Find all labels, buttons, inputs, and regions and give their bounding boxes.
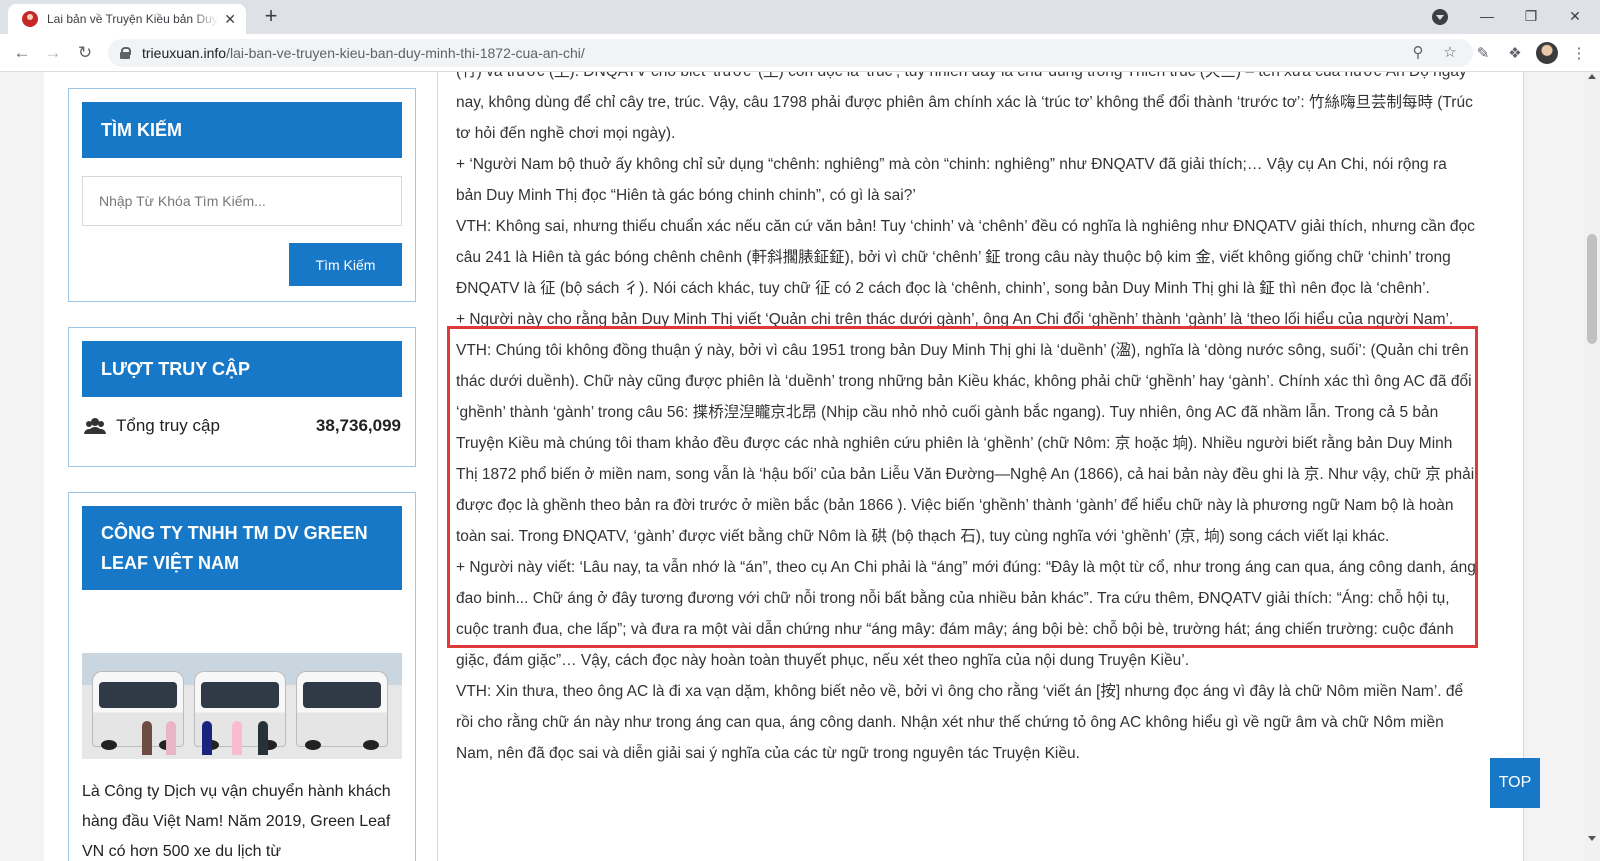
page-container: TÌM KIẾM Tìm Kiếm LƯỢT TRUY CẬP Tổng tru…	[44, 72, 1524, 861]
forward-arrow-icon[interactable]: →	[40, 40, 66, 66]
bookmark-star-icon[interactable]: ☆	[1440, 43, 1460, 63]
browser-tab-bar: Lai bản về Truyện Kiều bản Duy Minh Thị …	[0, 0, 1600, 34]
article-body: (竹) và trước (笁). ĐNQATV cho biết ‘trước…	[456, 72, 1476, 769]
visits-widget: LƯỢT TRUY CẬP Tổng truy cập 38,736,099	[68, 327, 416, 467]
zoom-icon[interactable]: ⚲	[1408, 43, 1428, 63]
window-maximize-button[interactable]: ❐	[1508, 0, 1554, 34]
extensions-puzzle-icon[interactable]: ❖	[1504, 43, 1526, 65]
back-to-top-button[interactable]: TOP	[1490, 758, 1540, 808]
extension-pen-icon[interactable]: ✎	[1472, 43, 1494, 65]
article-paragraph: + Người này cho rằng bản Duy Minh Thị vi…	[456, 311, 1454, 328]
search-input[interactable]	[82, 176, 402, 226]
article-paragraph: (竹) và trước (笁). ĐNQATV cho biết ‘trước…	[456, 72, 1473, 142]
url-text[interactable]: trieuxuan.info/lai-ban-ve-truyen-kieu-ba…	[142, 45, 585, 61]
visits-label: Tổng truy cập	[116, 416, 220, 435]
users-icon	[85, 418, 105, 434]
person-shape	[232, 721, 242, 755]
visits-widget-title: LƯỢT TRUY CẬP	[82, 341, 402, 397]
person-shape	[258, 721, 268, 755]
window-close-button[interactable]: ✕	[1552, 0, 1598, 34]
back-arrow-icon[interactable]: ←	[9, 40, 35, 66]
company-widget-title: CÔNG TY TNHH TM DV GREEN LEAF VIỆT NAM	[82, 506, 402, 590]
avatar[interactable]	[1536, 42, 1558, 64]
browser-profile-menu-icon[interactable]	[1432, 9, 1448, 25]
article-paragraph: + ‘Người Nam bộ thuở ấy không chỉ sử dụn…	[456, 156, 1447, 204]
scroll-down-arrow-icon[interactable]	[1588, 836, 1596, 841]
article-paragraph: VTH: Không sai, nhưng thiếu chuẩn xác nế…	[456, 218, 1475, 297]
visits-count: 38,736,099	[315, 416, 401, 435]
page-scrollbar[interactable]	[1584, 72, 1600, 861]
company-widget: CÔNG TY TNHH TM DV GREEN LEAF VIỆT NAM L…	[68, 492, 416, 861]
page-viewport: TÌM KIẾM Tìm Kiếm LƯỢT TRUY CẬP Tổng tru…	[0, 72, 1584, 861]
scroll-up-arrow-icon[interactable]	[1588, 74, 1596, 79]
scrollbar-thumb[interactable]	[1587, 234, 1597, 344]
article-paragraph: VTH: Xin thưa, theo ông AC là đi xa vạn …	[456, 683, 1464, 762]
article-paragraph: VTH: Chúng tôi không đồng thuận ý này, b…	[456, 342, 1475, 545]
visits-row: Tổng truy cập 38,736,099	[85, 416, 401, 436]
search-widget: TÌM KIẾM Tìm Kiếm	[68, 88, 416, 302]
article-content: (竹) và trước (笁). ĐNQATV cho biết ‘trước…	[437, 72, 1524, 861]
company-description: Là Công ty Dịch vụ vận chuyển hành khách…	[82, 783, 391, 860]
reload-icon[interactable]: ↻	[72, 40, 98, 66]
url-host: trieuxuan.info	[142, 45, 227, 61]
new-tab-button[interactable]: +	[258, 4, 284, 30]
person-shape	[142, 721, 152, 755]
browser-menu-icon[interactable]: ⋮	[1568, 43, 1590, 65]
bus-shape	[296, 671, 388, 750]
search-button[interactable]: Tìm Kiếm	[289, 243, 402, 286]
person-shape	[202, 721, 212, 755]
article-paragraph: + Người này viết: ‘Lâu nay, ta vẫn nhớ l…	[456, 559, 1476, 669]
site-favicon-icon	[22, 11, 38, 27]
browser-tab[interactable]: Lai bản về Truyện Kiều bản Duy Minh Thị …	[8, 4, 246, 34]
tab-close-icon[interactable]: ✕	[224, 11, 236, 28]
tab-title: Lai bản về Truyện Kiều bản Duy Minh Thị	[47, 12, 218, 26]
browser-toolbar: ← → ↻ trieuxuan.info/lai-ban-ve-truyen-k…	[0, 34, 1600, 72]
address-bar[interactable]: trieuxuan.info/lai-ban-ve-truyen-kieu-ba…	[108, 39, 1473, 67]
bus-fleet-photo[interactable]	[82, 653, 402, 759]
person-shape	[166, 721, 176, 755]
lock-icon	[120, 47, 131, 59]
window-minimize-button[interactable]: —	[1464, 0, 1510, 34]
url-path: /lai-ban-ve-truyen-kieu-ban-duy-minh-thi…	[226, 45, 585, 61]
search-widget-title: TÌM KIẾM	[82, 102, 402, 158]
